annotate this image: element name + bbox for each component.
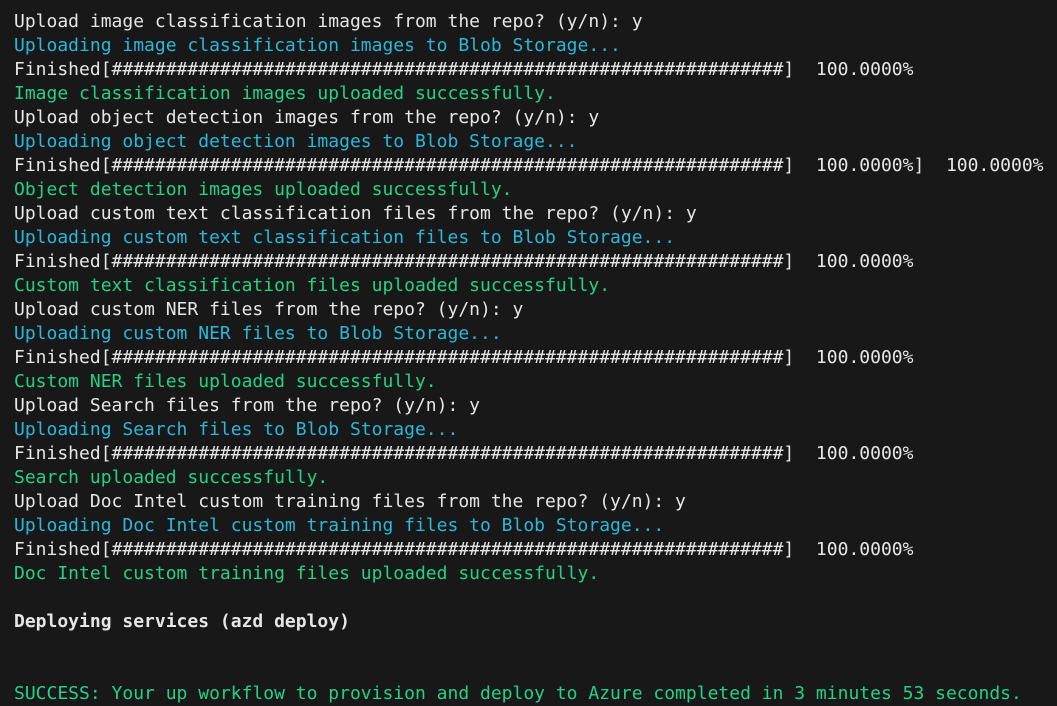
terminal-line: Upload Search files from the repo? (y/n)… — [14, 395, 480, 416]
terminal-line: Upload custom NER files from the repo? (… — [14, 299, 524, 320]
terminal-line: Finished[###############################… — [14, 155, 1044, 176]
terminal-line: Uploading object detection images to Blo… — [14, 131, 578, 152]
terminal-line: Uploading custom NER files to Blob Stora… — [14, 323, 502, 344]
terminal-line: SUCCESS: Your up workflow to provision a… — [14, 683, 1022, 704]
terminal-line: Deploying services (azd deploy) — [14, 611, 350, 632]
terminal-line: Search uploaded successfully. — [14, 467, 329, 488]
terminal-line: Doc Intel custom training files uploaded… — [14, 563, 600, 584]
terminal-output[interactable]: Upload image classification images from … — [0, 0, 1057, 706]
terminal-line: Finished[###############################… — [14, 347, 914, 368]
terminal-line: Finished[###############################… — [14, 539, 914, 560]
terminal-line: Upload object detection images from the … — [14, 107, 600, 128]
terminal-line: Uploading image classification images to… — [14, 35, 621, 56]
terminal-line: Upload custom text classification files … — [14, 203, 697, 224]
terminal-line: Object detection images uploaded success… — [14, 179, 513, 200]
terminal-line: Upload image classification images from … — [14, 11, 643, 32]
terminal-line: Finished[###############################… — [14, 251, 914, 272]
terminal-line: Custom NER files uploaded successfully. — [14, 371, 437, 392]
terminal-line: Uploading custom text classification fil… — [14, 227, 676, 248]
terminal-line: Finished[###############################… — [14, 443, 914, 464]
terminal-line: Custom text classification files uploade… — [14, 275, 611, 296]
terminal-line: Uploading Doc Intel custom training file… — [14, 515, 665, 536]
terminal-line: Image classification images uploaded suc… — [14, 83, 556, 104]
terminal-line: Uploading Search files to Blob Storage..… — [14, 419, 459, 440]
terminal-line: Finished[###############################… — [14, 59, 914, 80]
terminal-line: Upload Doc Intel custom training files f… — [14, 491, 686, 512]
